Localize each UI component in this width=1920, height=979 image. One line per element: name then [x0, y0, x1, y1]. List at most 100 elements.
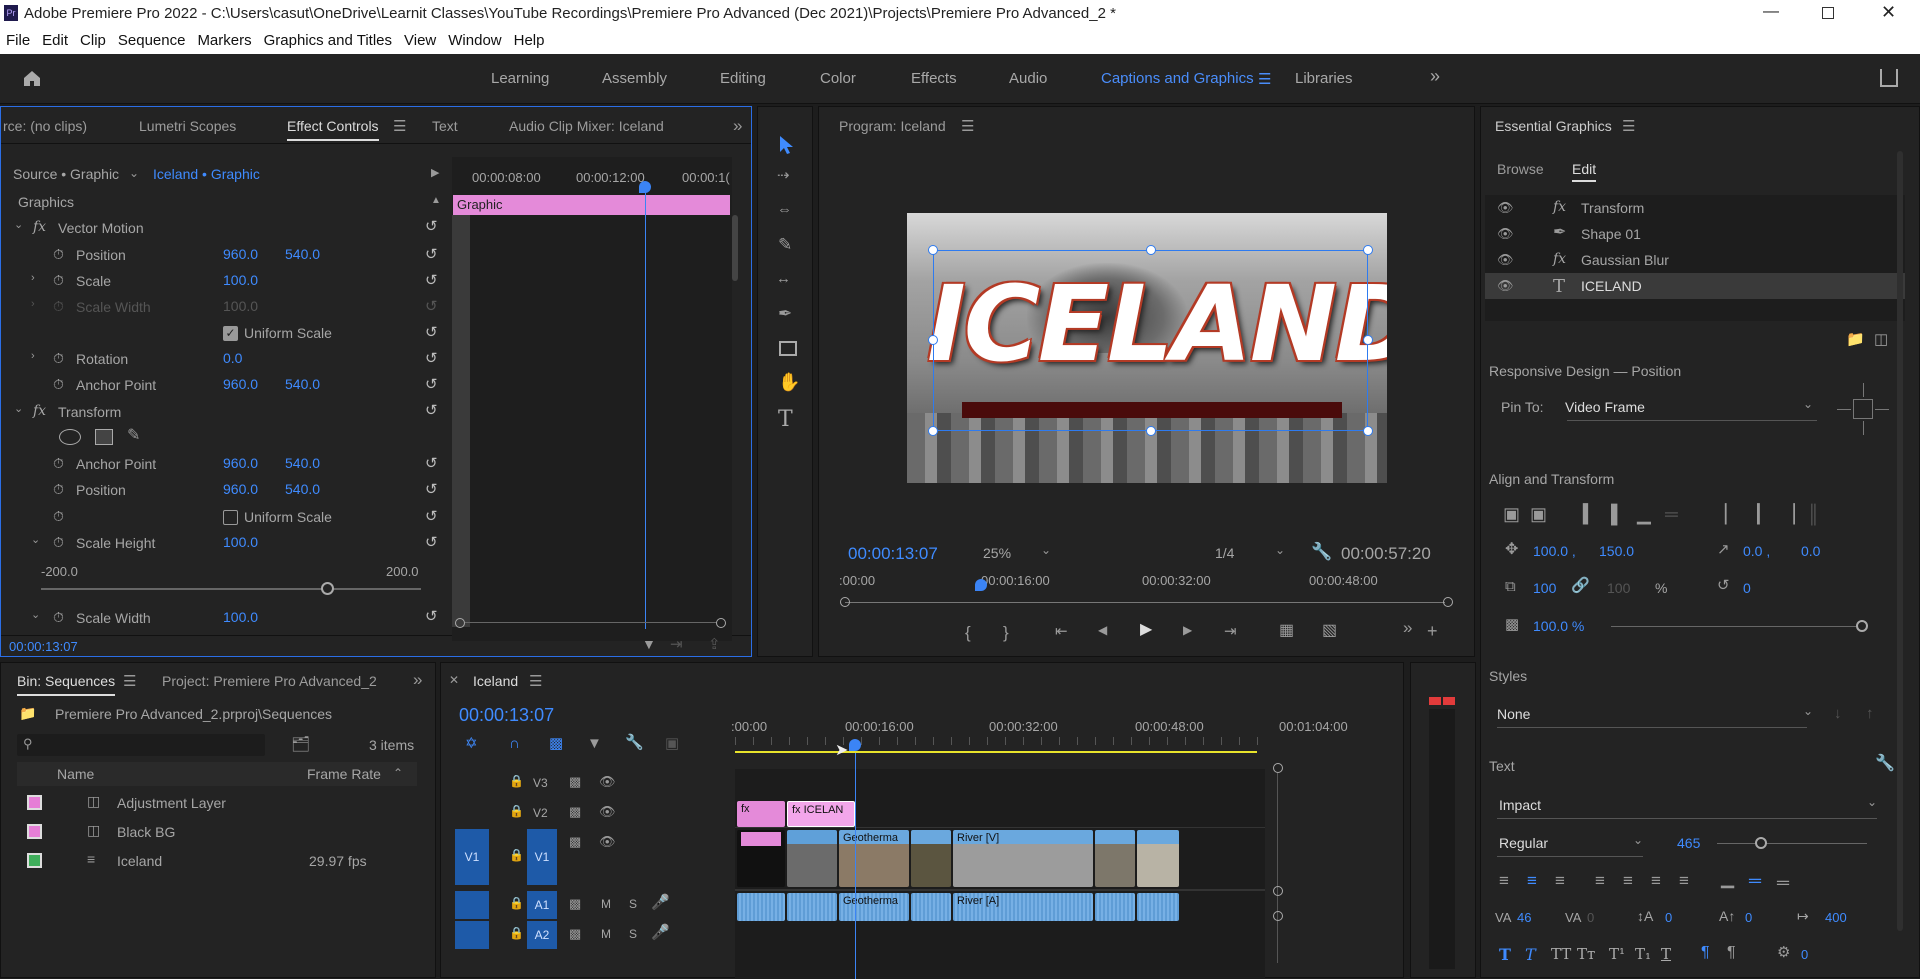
- source-patch-v1[interactable]: V1: [455, 829, 489, 885]
- reset-icon[interactable]: ↺: [425, 349, 438, 367]
- type-tool-icon[interactable]: T: [778, 407, 793, 432]
- workspace-audio[interactable]: Audio: [1009, 70, 1047, 87]
- opacity-slider-handle[interactable]: [1856, 620, 1868, 632]
- sync-lock-icon[interactable]: ▩: [569, 927, 581, 940]
- chevron-down-icon[interactable]: ⌄: [1803, 398, 1813, 410]
- lock-icon[interactable]: 🔒: [509, 775, 524, 787]
- transform-anchor-y[interactable]: 540.0: [285, 455, 320, 471]
- font-style-dropdown[interactable]: Regular: [1499, 835, 1548, 851]
- stopwatch-icon[interactable]: ⏱: [53, 246, 64, 263]
- justify-all-icon[interactable]: ≡: [1679, 872, 1689, 889]
- go-to-out-icon[interactable]: ⇥: [1224, 624, 1237, 639]
- transform-position-y[interactable]: 540.0: [285, 481, 320, 497]
- transform-handle[interactable]: [1363, 245, 1373, 255]
- eye-icon[interactable]: 👁: [599, 775, 616, 788]
- track-target-v1[interactable]: V1: [527, 829, 557, 885]
- snap-icon[interactable]: ∩: [509, 736, 520, 751]
- expand-arrow-icon[interactable]: ⌄: [14, 404, 23, 415]
- program-title[interactable]: Program: Iceland: [839, 118, 946, 134]
- scrub-handle-right[interactable]: [1443, 597, 1453, 607]
- justify-right-icon[interactable]: ≡: [1651, 872, 1661, 889]
- timeline-playhead-handle[interactable]: [849, 739, 861, 751]
- scale-height-value[interactable]: 100.0: [223, 534, 258, 550]
- reset-icon[interactable]: ↺: [425, 271, 438, 289]
- tab-browse[interactable]: Browse: [1497, 161, 1544, 177]
- reset-icon[interactable]: ↺: [425, 533, 438, 551]
- layer-row[interactable]: 👁 ✒ Shape 01: [1485, 221, 1905, 247]
- v1-clip[interactable]: [1095, 830, 1135, 887]
- layer-row[interactable]: 👁 fx Gaussian Blur: [1485, 247, 1905, 273]
- linked-selection-icon[interactable]: ▩: [549, 736, 563, 751]
- text-bottom-icon[interactable]: ═: [1777, 874, 1789, 891]
- eye-icon[interactable]: 👁: [599, 805, 616, 818]
- workspace-learning[interactable]: Learning: [491, 70, 549, 87]
- v1-clip[interactable]: [787, 830, 837, 887]
- eye-icon[interactable]: 👁: [1497, 227, 1514, 240]
- quality-dropdown[interactable]: 1/4: [1215, 545, 1234, 561]
- wrench-icon[interactable]: 🔧: [625, 735, 644, 750]
- faux-bold-icon[interactable]: T: [1499, 945, 1511, 964]
- sync-lock-icon[interactable]: ▩: [569, 897, 581, 910]
- playhead-line[interactable]: [645, 185, 646, 629]
- align-bottom-icon[interactable]: ▁: [1637, 505, 1651, 523]
- align-left-icon[interactable]: ▏: [1725, 505, 1739, 523]
- list-item[interactable]: ≡ Iceland 29.97 fps: [17, 847, 417, 875]
- stopwatch-icon[interactable]: ⏱: [53, 272, 64, 289]
- essential-graphics-title[interactable]: Essential Graphics: [1495, 118, 1612, 134]
- track-area[interactable]: fx fx ICELAN Geotherma River [V] Geother…: [735, 753, 1265, 979]
- expand-arrow-icon[interactable]: ›: [31, 273, 35, 284]
- more-workspaces-icon[interactable]: »: [1430, 66, 1440, 87]
- scrollbar[interactable]: [732, 215, 738, 281]
- mark-in-icon[interactable]: {: [965, 624, 971, 641]
- workspace-assembly[interactable]: Assembly: [602, 70, 667, 87]
- more-tabs-icon[interactable]: »: [413, 671, 422, 688]
- anchor-x-value[interactable]: 960.0: [223, 376, 258, 392]
- transform-handle[interactable]: [928, 245, 938, 255]
- reset-icon[interactable]: ↺: [425, 401, 438, 419]
- transform-handle[interactable]: [928, 426, 938, 436]
- pen-mask-icon[interactable]: ✎: [127, 428, 140, 444]
- opacity-slider[interactable]: [1611, 626, 1861, 627]
- solo-button[interactable]: S: [629, 897, 637, 911]
- lift-icon[interactable]: ▦: [1279, 623, 1294, 639]
- a1-clip-river[interactable]: River [A]: [953, 893, 1093, 921]
- program-video-frame[interactable]: ICELAND: [907, 213, 1387, 483]
- rectangle-mask-icon[interactable]: [95, 429, 113, 445]
- eye-icon[interactable]: 👁: [1497, 253, 1514, 266]
- selection-bounding-box[interactable]: [933, 250, 1368, 431]
- ltr-text-icon[interactable]: ¶: [1701, 945, 1710, 961]
- eye-icon[interactable]: 👁: [1497, 279, 1514, 292]
- expand-arrow-icon[interactable]: ⌄: [31, 610, 40, 621]
- more-controls-icon[interactable]: »: [1403, 619, 1412, 636]
- search-input[interactable]: ⚲: [17, 734, 265, 756]
- align-top-icon[interactable]: ▍: [1583, 505, 1597, 523]
- work-area-bar[interactable]: [735, 751, 1257, 753]
- workspace-captions-and-graphics[interactable]: Captions and Graphics: [1101, 70, 1254, 87]
- stopwatch-icon[interactable]: ⏱: [53, 508, 64, 525]
- program-scrub-bar[interactable]: [845, 602, 1445, 603]
- name-column-header[interactable]: Name: [57, 766, 94, 782]
- panel-menu-icon[interactable]: ☰: [393, 119, 406, 134]
- a1-clip[interactable]: [737, 893, 785, 921]
- zoom-handle-left[interactable]: [455, 618, 465, 628]
- rectangle-tool-icon[interactable]: [779, 341, 797, 356]
- vertical-scroll-track[interactable]: [1277, 773, 1278, 963]
- stopwatch-icon[interactable]: ⏱: [53, 481, 64, 498]
- layer-row-selected[interactable]: 👁 T ICELAND: [1485, 273, 1905, 299]
- minimize-icon[interactable]: —: [1763, 3, 1779, 21]
- expand-arrow-icon[interactable]: ⌄: [14, 220, 23, 231]
- reset-icon[interactable]: ↺: [425, 480, 438, 498]
- v1-clip-adjustment[interactable]: [737, 830, 785, 887]
- transform-handle[interactable]: [1363, 426, 1373, 436]
- go-to-in-icon[interactable]: ⇤: [1055, 624, 1068, 639]
- sync-lock-icon[interactable]: ▩: [569, 835, 581, 848]
- button-editor-icon[interactable]: +: [1427, 622, 1438, 640]
- transform-handle[interactable]: [928, 335, 938, 345]
- reset-icon[interactable]: ↺: [425, 375, 438, 393]
- align-center-icon[interactable]: ┃: [1753, 505, 1764, 523]
- font-size-value[interactable]: 465: [1677, 835, 1700, 851]
- solo-button[interactable]: S: [629, 927, 637, 941]
- new-layer-menu-icon[interactable]: ◫: [1874, 332, 1888, 347]
- transform-anchor-x[interactable]: 960.0: [223, 455, 258, 471]
- home-icon[interactable]: [22, 68, 42, 88]
